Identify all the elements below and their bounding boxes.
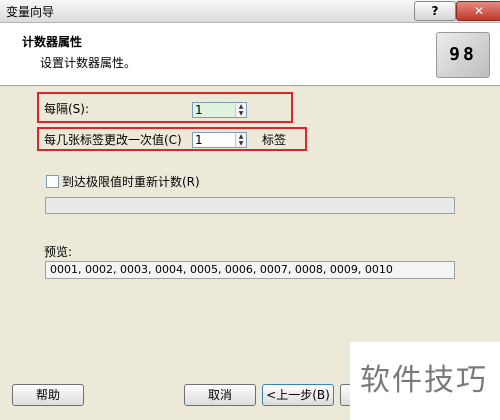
reset-checkbox[interactable] [46, 175, 59, 188]
reset-label: 到达极限值时重新计数(R) [62, 175, 200, 189]
back-button[interactable]: <上一步(B) [262, 384, 334, 406]
page-subtitle: 设置计数器属性。 [40, 56, 137, 70]
page-title: 计数器属性 [22, 35, 83, 49]
preview-value: 0001, 0002, 0003, 0004, 0005, 0006, 0007… [50, 263, 393, 276]
back-button-label: <上一步(B) [266, 388, 330, 402]
question-icon: ? [431, 4, 439, 18]
title-bar: 变量向导 ? ✕ [0, 0, 500, 23]
change-every-value: 1 [195, 133, 203, 147]
cancel-button-label: 取消 [207, 388, 232, 402]
counter-icon-text: 98 [449, 44, 477, 65]
counter-icon: 98 [436, 32, 490, 78]
preview-field: 0001, 0002, 0003, 0004, 0005, 0006, 0007… [45, 261, 455, 279]
watermark: 软件技巧 [350, 342, 500, 420]
close-icon: ✕ [473, 4, 485, 18]
change-every-suffix: 标签 [262, 133, 287, 147]
window-title: 变量向导 [6, 5, 55, 19]
spinner-arrows-icon[interactable]: ▲ ▼ [235, 103, 246, 117]
preview-label: 预览: [44, 245, 73, 259]
interval-label: 每隔(S): [44, 102, 90, 116]
change-every-spinner[interactable]: 1 ▲ ▼ [192, 132, 247, 148]
wizard-header: 计数器属性 设置计数器属性。 98 [0, 23, 500, 86]
cancel-button[interactable]: 取消 [184, 384, 256, 406]
watermark-text: 软件技巧 [360, 363, 488, 398]
help-button[interactable]: 帮助 [12, 384, 84, 406]
title-help-button[interactable]: ? [414, 1, 456, 21]
change-every-label: 每几张标签更改一次值(C) [44, 133, 182, 147]
interval-value: 1 [195, 103, 203, 117]
interval-spinner[interactable]: 1 ▲ ▼ [192, 102, 247, 118]
reset-limit-field [45, 197, 455, 214]
spinner-arrows-icon[interactable]: ▲ ▼ [235, 133, 246, 147]
title-close-button[interactable]: ✕ [456, 1, 500, 21]
help-button-label: 帮助 [35, 388, 60, 402]
